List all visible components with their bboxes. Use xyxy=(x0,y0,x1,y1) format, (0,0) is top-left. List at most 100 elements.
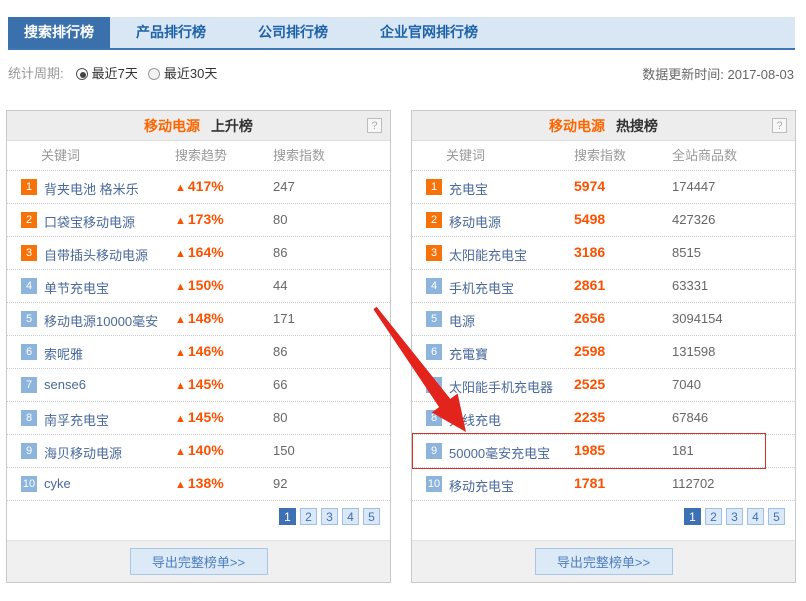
table-row: 5 电源 2656 3094154 xyxy=(412,303,795,336)
radio-icon[interactable] xyxy=(76,68,88,80)
keyword-link[interactable]: 充电宝 xyxy=(449,179,488,198)
keyword-link[interactable]: 自带插头移动电源 xyxy=(44,245,148,264)
panel-category: 移动电源 xyxy=(144,118,200,134)
panel-type: 上升榜 xyxy=(211,118,253,134)
keyword-link[interactable]: 移动电源10000毫安 xyxy=(44,311,158,330)
table-row: 8 无线充电 2235 67846 xyxy=(412,402,795,435)
table-row: 3 自带插头移动电源 ▲164% 86 xyxy=(7,237,390,270)
product-count-value: 131598 xyxy=(672,344,715,359)
rising-panel-footer: 导出完整榜单>> xyxy=(7,540,390,582)
search-index-value: 92 xyxy=(273,476,287,491)
keyword-link[interactable]: sense6 xyxy=(44,377,86,392)
export-button[interactable]: 导出完整榜单>> xyxy=(535,548,673,575)
page-button[interactable]: 4 xyxy=(342,508,359,525)
trend-value: ▲148% xyxy=(175,310,224,326)
table-row: 10 cyke ▲138% 92 xyxy=(7,468,390,501)
tab[interactable]: 企业官网排行榜 xyxy=(354,17,504,48)
keyword-link[interactable]: 背夹电池 格米乐 xyxy=(44,179,139,198)
table-row: 8 南孚充电宝 ▲145% 80 xyxy=(7,402,390,435)
rank-badge: 6 xyxy=(426,344,442,360)
rank-badge: 8 xyxy=(426,410,442,426)
trend-up-icon: ▲ xyxy=(175,380,186,392)
search-index-value: 1781 xyxy=(574,475,605,491)
search-index-value: 1985 xyxy=(574,442,605,458)
keyword-link[interactable]: 无线充电 xyxy=(449,410,501,429)
product-count-value: 3094154 xyxy=(672,311,723,326)
trend-value: ▲150% xyxy=(175,277,224,293)
rank-badge: 4 xyxy=(21,278,37,294)
export-button[interactable]: 导出完整榜单>> xyxy=(130,548,268,575)
rising-rows: 1 背夹电池 格米乐 ▲417% 247 2 口袋宝移动电源 ▲173% 80 … xyxy=(7,171,390,501)
keyword-link[interactable]: cyke xyxy=(44,476,71,491)
keyword-link[interactable]: 单节充电宝 xyxy=(44,278,109,297)
product-count-value: 67846 xyxy=(672,410,708,425)
period-radio-option[interactable]: 最近7天 xyxy=(76,63,138,82)
page-button[interactable]: 3 xyxy=(726,508,743,525)
table-row: 1 充电宝 5974 174447 xyxy=(412,171,795,204)
keyword-link[interactable]: 南孚充电宝 xyxy=(44,410,109,429)
keyword-link[interactable]: 太阳能充电宝 xyxy=(449,245,527,264)
help-icon[interactable]: ? xyxy=(772,118,787,133)
rank-badge: 5 xyxy=(21,311,37,327)
page-button[interactable]: 2 xyxy=(300,508,317,525)
col-search-index: 搜索指数 xyxy=(574,141,626,171)
tab[interactable]: 产品排行榜 xyxy=(110,17,232,48)
search-ranking-page: 搜索排行榜产品排行榜公司排行榜企业官网排行榜 统计周期: 最近7天 最近30天 数据… xyxy=(0,0,806,601)
tab[interactable]: 搜索排行榜 xyxy=(8,17,110,48)
page-button[interactable]: 2 xyxy=(705,508,722,525)
radio-icon[interactable] xyxy=(148,68,160,80)
search-index-value: 3186 xyxy=(574,244,605,260)
col-search-trend: 搜索趋势 xyxy=(175,141,227,171)
product-count-value: 427326 xyxy=(672,212,715,227)
page-button[interactable]: 5 xyxy=(768,508,785,525)
trend-up-icon: ▲ xyxy=(175,413,186,425)
col-product-count: 全站商品数 xyxy=(672,141,737,171)
col-search-index: 搜索指数 xyxy=(273,141,325,171)
hot-panel-header: 移动电源 热搜榜 ? xyxy=(412,111,795,141)
table-row: 2 口袋宝移动电源 ▲173% 80 xyxy=(7,204,390,237)
table-row: 4 单节充电宝 ▲150% 44 xyxy=(7,270,390,303)
update-time-label: 数据更新时间: xyxy=(642,67,724,82)
product-count-value: 63331 xyxy=(672,278,708,293)
rising-pagination: 12345 xyxy=(7,501,390,531)
search-index-value: 150 xyxy=(273,443,295,458)
rising-panel-header: 移动电源 上升榜 ? xyxy=(7,111,390,141)
search-index-value: 5974 xyxy=(574,178,605,194)
help-icon[interactable]: ? xyxy=(367,118,382,133)
period-option-label: 最近30天 xyxy=(164,66,217,81)
period-radio-option[interactable]: 最近30天 xyxy=(148,63,217,82)
trend-value: ▲146% xyxy=(175,343,224,359)
keyword-link[interactable]: 口袋宝移动电源 xyxy=(44,212,135,231)
keyword-link[interactable]: 移动充电宝 xyxy=(449,476,514,495)
search-index-value: 44 xyxy=(273,278,287,293)
keyword-link[interactable]: 50000毫安充电宝 xyxy=(449,443,550,462)
search-index-value: 66 xyxy=(273,377,287,392)
page-button[interactable]: 1 xyxy=(684,508,701,525)
keyword-link[interactable]: 手机充电宝 xyxy=(449,278,514,297)
tab[interactable]: 公司排行榜 xyxy=(232,17,354,48)
rank-badge: 9 xyxy=(426,443,442,459)
trend-up-icon: ▲ xyxy=(175,479,186,491)
search-index-value: 2235 xyxy=(574,409,605,425)
hot-rows: 1 充电宝 5974 174447 2 移动电源 5498 427326 3 太… xyxy=(412,171,795,501)
keyword-link[interactable]: 移动电源 xyxy=(449,212,501,231)
search-index-value: 80 xyxy=(273,212,287,227)
keyword-link[interactable]: 索呢雅 xyxy=(44,344,83,363)
search-index-value: 171 xyxy=(273,311,295,326)
search-index-value: 247 xyxy=(273,179,295,194)
stats-period-row: 统计周期: 最近7天 最近30天 xyxy=(8,63,227,83)
stats-period-label: 统计周期: xyxy=(8,66,64,81)
keyword-link[interactable]: 太阳能手机充电器 xyxy=(449,377,553,396)
keyword-link[interactable]: 海贝移动电源 xyxy=(44,443,122,462)
keyword-link[interactable]: 充電寶 xyxy=(449,344,488,363)
page-button[interactable]: 3 xyxy=(321,508,338,525)
search-index-value: 5498 xyxy=(574,211,605,227)
page-button[interactable]: 4 xyxy=(747,508,764,525)
search-index-value: 86 xyxy=(273,245,287,260)
trend-value: ▲138% xyxy=(175,475,224,491)
page-button[interactable]: 1 xyxy=(279,508,296,525)
keyword-link[interactable]: 电源 xyxy=(449,311,475,330)
page-button[interactable]: 5 xyxy=(363,508,380,525)
col-keyword: 关键词 xyxy=(41,141,80,171)
table-row: 6 充電寶 2598 131598 xyxy=(412,336,795,369)
